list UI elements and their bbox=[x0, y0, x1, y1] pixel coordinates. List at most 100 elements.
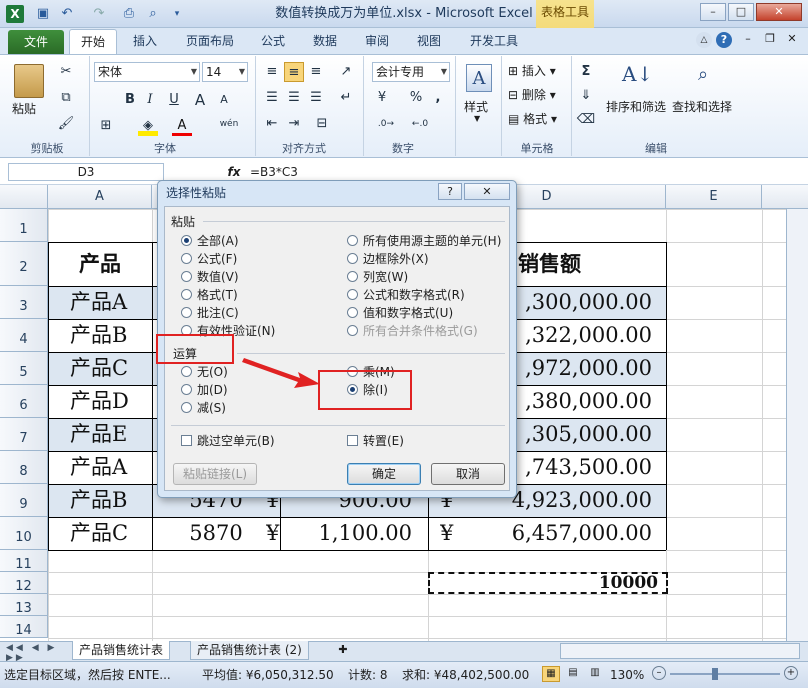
paste-left-option[interactable]: 批注(C) bbox=[181, 304, 331, 322]
paste-link-button[interactable]: 粘贴链接(L) bbox=[173, 463, 257, 485]
page-layout-view-icon[interactable]: ▤ bbox=[564, 666, 582, 682]
align-top-icon[interactable]: ≡ bbox=[262, 62, 282, 82]
paste-left-option[interactable]: 格式(T) bbox=[181, 286, 331, 304]
copy-icon[interactable]: ⧉ bbox=[56, 88, 76, 108]
header-product[interactable]: 产品 bbox=[48, 242, 152, 286]
doc-minimize-icon[interactable]: – bbox=[738, 32, 758, 48]
insert-function-icon[interactable]: fx bbox=[224, 163, 244, 181]
font-color-icon[interactable]: A bbox=[172, 116, 192, 136]
cell-price[interactable]: 1,100.00 bbox=[296, 517, 420, 550]
row-header[interactable]: 6 bbox=[0, 385, 48, 418]
grow-font-icon[interactable]: A bbox=[190, 90, 210, 110]
op-left-option[interactable]: 减(S) bbox=[181, 399, 331, 417]
clear-icon[interactable]: ⌫ bbox=[576, 110, 596, 130]
align-right-icon[interactable]: ☰ bbox=[306, 88, 326, 108]
sort-filter-button[interactable]: 排序和筛选 bbox=[606, 98, 666, 115]
align-center-icon[interactable]: ☰ bbox=[284, 88, 304, 108]
border-icon[interactable]: ⊞ bbox=[96, 116, 116, 136]
cell-product[interactable]: 产品E bbox=[52, 418, 150, 451]
insert-cells-button[interactable]: ⊞ 插入 ▾ bbox=[508, 62, 556, 79]
format-cells-button[interactable]: ▤ 格式 ▾ bbox=[508, 110, 557, 127]
row-header[interactable]: 1 bbox=[0, 209, 48, 242]
column-header-a[interactable]: A bbox=[48, 185, 152, 209]
paste-left-option[interactable]: 全部(A) bbox=[181, 232, 331, 250]
row-header[interactable]: 4 bbox=[0, 319, 48, 352]
shrink-font-icon[interactable]: A bbox=[214, 90, 234, 110]
dialog-close-button[interactable]: ✕ bbox=[464, 183, 510, 200]
cell-d12[interactable]: 10000 bbox=[430, 572, 662, 594]
row-header[interactable]: 5 bbox=[0, 352, 48, 385]
find-select-icon[interactable]: ⌕ bbox=[690, 64, 716, 90]
decrease-indent-icon[interactable]: ⇤ bbox=[262, 114, 282, 134]
paste-button[interactable]: 粘贴 bbox=[12, 100, 36, 117]
row-header[interactable]: 9 bbox=[0, 484, 48, 517]
help-icon[interactable]: ? bbox=[716, 32, 732, 48]
paste-right-option[interactable]: 值和数字格式(U) bbox=[347, 304, 507, 322]
row-header[interactable]: 12 bbox=[0, 572, 48, 594]
cell-product[interactable]: 产品B bbox=[52, 484, 150, 517]
horizontal-scrollbar[interactable] bbox=[560, 643, 800, 659]
cell-product[interactable]: 产品A bbox=[52, 286, 150, 319]
autosum-icon[interactable]: Σ bbox=[576, 62, 596, 82]
page-break-view-icon[interactable]: ▥ bbox=[586, 666, 604, 682]
cell-product[interactable]: 产品D bbox=[52, 385, 150, 418]
paste-right-option[interactable]: 列宽(W) bbox=[347, 268, 507, 286]
doc-close-icon[interactable]: ✕ bbox=[782, 32, 802, 48]
tab-home[interactable]: 开始 bbox=[69, 29, 117, 55]
column-header-e[interactable]: E bbox=[666, 185, 762, 209]
cell-product[interactable]: 产品C bbox=[52, 352, 150, 385]
new-sheet-icon[interactable]: ✚ bbox=[334, 643, 352, 659]
fill-icon[interactable]: ⇓ bbox=[576, 86, 596, 106]
minimize-button[interactable]: – bbox=[700, 3, 726, 21]
cell-sales[interactable]: 6,457,000.00 bbox=[470, 517, 662, 550]
paste-left-option[interactable]: 数值(V) bbox=[181, 268, 331, 286]
tab-data[interactable]: 数据 bbox=[304, 30, 346, 52]
select-all-corner[interactable] bbox=[0, 185, 48, 209]
sort-filter-icon[interactable]: A↓ bbox=[622, 62, 653, 92]
cell-product[interactable]: 产品B bbox=[52, 319, 150, 352]
cell-quantity[interactable]: 5870 bbox=[152, 517, 280, 550]
row-header[interactable]: 7 bbox=[0, 418, 48, 451]
align-left-icon[interactable]: ☰ bbox=[262, 88, 282, 108]
row-header[interactable]: 10 bbox=[0, 517, 48, 550]
ok-button[interactable]: 确定 bbox=[347, 463, 421, 485]
find-select-button[interactable]: 查找和选择 bbox=[672, 98, 732, 115]
vertical-scrollbar[interactable] bbox=[786, 209, 808, 641]
paste-icon[interactable] bbox=[14, 64, 44, 98]
number-format-select[interactable]: 会计专用 ▼ bbox=[372, 62, 450, 82]
tab-developer[interactable]: 开发工具 bbox=[462, 30, 526, 52]
formula-input[interactable]: =B3*C3 bbox=[250, 163, 790, 181]
paste-right-option[interactable]: 所有合并条件格式(G) bbox=[347, 322, 507, 340]
orientation-icon[interactable]: ↗ bbox=[336, 62, 356, 82]
sheet-nav-icon[interactable]: ◀◀ ◀ ▶ ▶▶ bbox=[6, 643, 70, 663]
wrap-text-icon[interactable]: ↵ bbox=[336, 88, 356, 108]
row-header[interactable]: 3 bbox=[0, 286, 48, 319]
styles-icon[interactable]: A bbox=[466, 64, 492, 92]
styles-button[interactable]: 样式 bbox=[464, 98, 488, 115]
sheet-tab-1[interactable]: 产品销售统计表 bbox=[72, 641, 171, 660]
tab-review[interactable]: 审阅 bbox=[356, 30, 398, 52]
tab-insert[interactable]: 插入 bbox=[124, 30, 166, 52]
paste-left-option[interactable]: 公式(F) bbox=[181, 250, 331, 268]
merge-center-icon[interactable]: ⊟ bbox=[312, 114, 332, 134]
zoom-out-icon[interactable]: – bbox=[652, 666, 666, 680]
align-middle-icon[interactable]: ≡ bbox=[284, 62, 304, 82]
cell-product[interactable]: 产品A bbox=[52, 451, 150, 484]
transpose-checkbox[interactable]: 转置(E) bbox=[347, 432, 404, 450]
italic-icon[interactable]: I bbox=[140, 90, 160, 110]
row-header[interactable]: 13 bbox=[0, 594, 48, 616]
paste-right-option[interactable]: 公式和数字格式(R) bbox=[347, 286, 507, 304]
zoom-slider[interactable] bbox=[670, 673, 780, 675]
normal-view-icon[interactable]: ▦ bbox=[542, 666, 560, 682]
cut-icon[interactable]: ✂ bbox=[56, 62, 76, 82]
cell-product[interactable]: 产品C bbox=[52, 517, 150, 550]
zoom-level[interactable]: 130% bbox=[610, 667, 644, 683]
decrease-decimal-icon[interactable]: ←.0 bbox=[406, 114, 434, 134]
font-name-select[interactable]: 宋体 ▼ bbox=[94, 62, 200, 82]
tab-view[interactable]: 视图 bbox=[408, 30, 450, 52]
zoom-slider-thumb[interactable] bbox=[712, 668, 718, 680]
paste-right-option[interactable]: 边框除外(X) bbox=[347, 250, 507, 268]
row-header[interactable]: 8 bbox=[0, 451, 48, 484]
increase-decimal-icon[interactable]: .0→ bbox=[372, 114, 400, 134]
underline-icon[interactable]: U bbox=[164, 90, 184, 110]
